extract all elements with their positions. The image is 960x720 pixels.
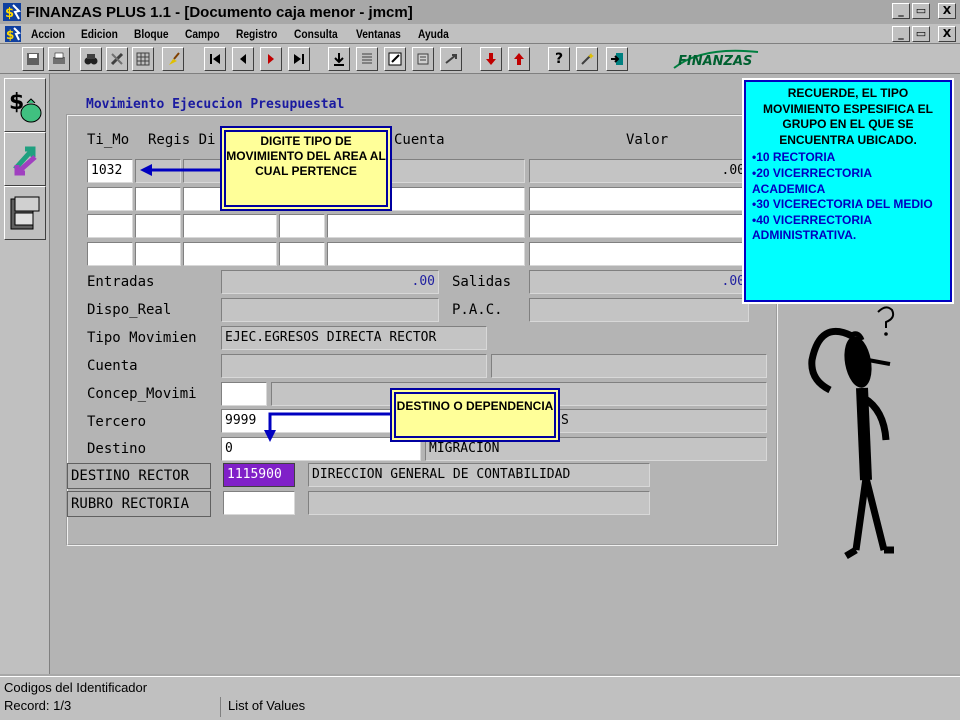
thinking-figure-illustration bbox=[808, 306, 895, 560]
reminder-note: RECUERDE, EL TIPO MOVIMIENTO ESPESIFICA … bbox=[744, 80, 952, 302]
tipo-movimiento-callout: DIGITE TIPO DE MOVIMIENTO DEL AREA AL CU… bbox=[224, 130, 388, 207]
status-bar: Codigos del Identificador Record: 1/3 Li… bbox=[0, 676, 960, 720]
reminder-item: 40 VICERRECTORIA ADMINISTRATIVA. bbox=[752, 213, 944, 244]
record-indicator: Record: 1/3 bbox=[4, 698, 72, 713]
list-of-values-indicator: List of Values bbox=[228, 698, 306, 713]
destino-callout: DESTINO O DEPENDENCIA bbox=[394, 392, 556, 438]
reminder-list: 10 RECTORIA 20 VICERRECTORIA ACADEMICA 3… bbox=[752, 150, 944, 244]
reminder-item: 10 RECTORIA bbox=[752, 150, 944, 166]
reminder-item: 20 VICERRECTORIA ACADEMICA bbox=[752, 166, 944, 197]
reminder-item: 30 VICERECTORIA DEL MEDIO bbox=[752, 197, 944, 213]
app-window: $ FINANZAS PLUS 1.1 - [Documento caja me… bbox=[0, 0, 960, 720]
reminder-header: RECUERDE, EL TIPO MOVIMIENTO ESPESIFICA … bbox=[762, 86, 934, 147]
status-message: Codigos del Identificador bbox=[4, 680, 148, 695]
